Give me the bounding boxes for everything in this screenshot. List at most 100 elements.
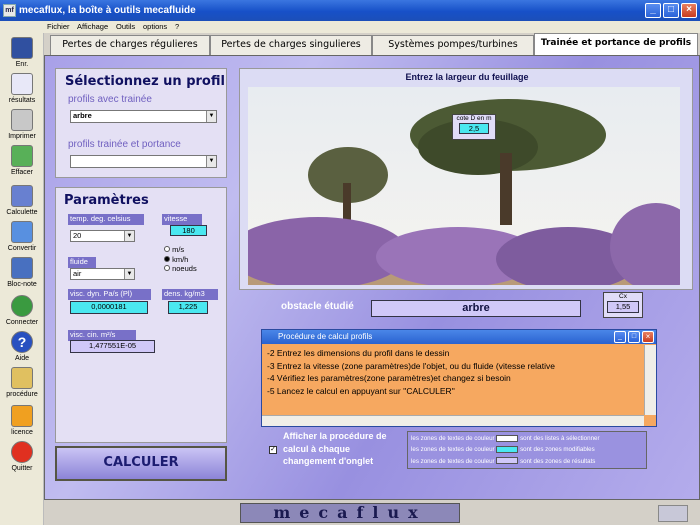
temperature-label: temp. deg. celsius: [68, 214, 144, 225]
unit-label: m/s: [172, 245, 185, 254]
vertical-scrollbar[interactable]: [644, 345, 656, 415]
connect-button[interactable]: Connecter: [3, 295, 41, 326]
menu-affichage[interactable]: Affichage: [77, 22, 108, 31]
title-bar: mf mecaflux, la boîte à outils mecafluid…: [0, 0, 700, 21]
tab-drag-lift[interactable]: Trainée et portance de profils: [534, 33, 698, 55]
brand-emblem-icon: [658, 505, 688, 522]
calculator-icon: [11, 185, 33, 207]
calculator-button[interactable]: Calculette: [3, 185, 41, 216]
speed-input[interactable]: 180: [170, 225, 207, 236]
procedure-line: -4 Vérifiez les paramètres(zone paramètr…: [267, 373, 511, 383]
profile-title: Sélectionnez un profil: [65, 74, 225, 89]
tab-regular-losses[interactable]: Pertes de charges régulieres: [50, 35, 210, 55]
power-icon: [11, 441, 33, 463]
density-label: dens. kg/m3: [162, 289, 218, 300]
temperature-select[interactable]: 20 ▼: [70, 230, 135, 242]
help-button[interactable]: ? Aide: [3, 331, 41, 362]
cx-result: 1,55: [607, 301, 639, 313]
help-icon: ?: [11, 331, 33, 353]
sidebar-label: Calculette: [6, 209, 38, 216]
cx-label: Cx: [619, 293, 627, 300]
notepad-icon: [11, 257, 33, 279]
legend-text: les zones de textes de couleur: [411, 435, 495, 442]
menu-help[interactable]: ?: [175, 22, 179, 31]
sidebar-label: licence: [11, 429, 33, 436]
menu-options[interactable]: options: [143, 22, 167, 31]
image-panel: Entrez la largeur du feuillage cote D en…: [239, 68, 693, 290]
cx-box: Cx 1,55: [603, 292, 643, 318]
quit-button[interactable]: Quitter: [3, 441, 41, 472]
main-panel: Sélectionnez un profil profils avec trai…: [44, 55, 700, 500]
drag-profile-select[interactable]: arbre ▼: [70, 110, 217, 123]
speed-label: vitesse: [162, 214, 202, 225]
drag-profile-value: arbre: [73, 111, 92, 120]
print-button[interactable]: Imprimer: [3, 109, 41, 140]
density-input[interactable]: 1,225: [168, 301, 208, 314]
checkbox-check-icon: ✓: [269, 446, 277, 454]
sidebar-label: Bloc-note: [7, 281, 37, 288]
printer-icon: [11, 109, 33, 131]
lift-profile-select[interactable]: ▼: [70, 155, 217, 168]
sidebar-label: Connecter: [5, 319, 39, 326]
auto-display-label: Afficher la procédure de calcul à chaque…: [283, 431, 387, 466]
image-title: Entrez la largeur du feuillage: [405, 72, 529, 82]
horizontal-scrollbar[interactable]: [262, 415, 644, 426]
dimension-input[interactable]: 2,5: [459, 123, 489, 134]
menu-fichier[interactable]: Fichier: [47, 22, 70, 31]
minimize-icon[interactable]: _: [645, 3, 661, 18]
chevron-down-icon: ▼: [124, 269, 134, 279]
parameters-title: Paramètres: [64, 193, 149, 208]
lift-profiles-label: profils trainée et portance: [68, 139, 181, 150]
unit-radio-ms[interactable]: m/s: [164, 245, 197, 255]
convert-button[interactable]: Convertir: [3, 221, 41, 252]
procedure-text: -2 Entrez les dimensions du profil dans …: [267, 347, 642, 397]
menu-bar: Fichier Affichage Outils options ?: [0, 21, 700, 33]
legend-swatch: [496, 446, 519, 454]
close-icon[interactable]: ×: [681, 3, 697, 18]
procedure-title: Procédure de calcul profils: [262, 330, 656, 344]
clear-button[interactable]: Effacer: [3, 145, 41, 176]
dimension-label: cote D en m: [456, 115, 492, 122]
dynamic-viscosity-input[interactable]: 0,0000181: [70, 301, 148, 314]
sidebar-label: Imprimer: [8, 133, 36, 140]
tab-singular-losses[interactable]: Pertes de charges singulieres: [210, 35, 372, 55]
bottom-bar: mecaflux: [44, 500, 700, 525]
notepad-button[interactable]: Bloc-note: [3, 257, 41, 288]
fluid-label: fluide: [68, 257, 96, 268]
procedure-line: -3 Entrez la vitesse (zone paramètres)de…: [267, 360, 555, 371]
procedure-icon: [11, 367, 33, 389]
unit-radio-knots[interactable]: noeuds: [164, 264, 197, 274]
sidebar-label: Effacer: [10, 169, 34, 176]
procedure-button[interactable]: procédure: [3, 367, 41, 398]
temperature-value: 20: [73, 231, 82, 240]
chevron-down-icon: ▼: [124, 231, 134, 241]
close-icon[interactable]: ×: [642, 331, 654, 343]
auto-display-checkbox[interactable]: ✓ Afficher la procédure de calcul à chaq…: [269, 430, 405, 470]
app-icon: mf: [3, 4, 16, 17]
save-button[interactable]: Enr.: [3, 37, 41, 68]
unit-radio-kmh[interactable]: km/h: [164, 255, 197, 265]
legend-swatch: [496, 434, 519, 442]
chevron-down-icon: ▼: [206, 156, 216, 167]
menu-outils[interactable]: Outils: [116, 22, 135, 31]
unit-label: noeuds: [172, 264, 197, 273]
results-icon: [11, 73, 33, 95]
fluid-value: air: [73, 269, 82, 278]
sidebar-label: Enr.: [15, 61, 29, 68]
key-icon: [11, 405, 33, 427]
license-button[interactable]: licence: [3, 405, 41, 436]
fluid-select[interactable]: air ▼: [70, 268, 135, 280]
legend-text: les zones de textes de couleur: [411, 457, 495, 465]
floppy-icon: [11, 37, 33, 59]
calculate-button[interactable]: CALCULER: [55, 446, 227, 481]
results-button[interactable]: résultats: [3, 73, 41, 104]
maximize-icon[interactable]: □: [663, 3, 679, 18]
maximize-icon[interactable]: □: [628, 331, 640, 343]
procedure-line: -5 Lancez le calcul en appuyant sur ''CA…: [267, 385, 455, 396]
tab-pumps-turbines[interactable]: Systèmes pompes/turbines: [372, 35, 534, 55]
legend-swatch: [496, 457, 519, 465]
minimize-icon[interactable]: _: [614, 331, 626, 343]
sidebar-label: Quitter: [11, 465, 33, 472]
sidebar-label: Convertir: [7, 245, 37, 252]
width-dimension-box: cote D en m 2,5: [452, 114, 496, 140]
